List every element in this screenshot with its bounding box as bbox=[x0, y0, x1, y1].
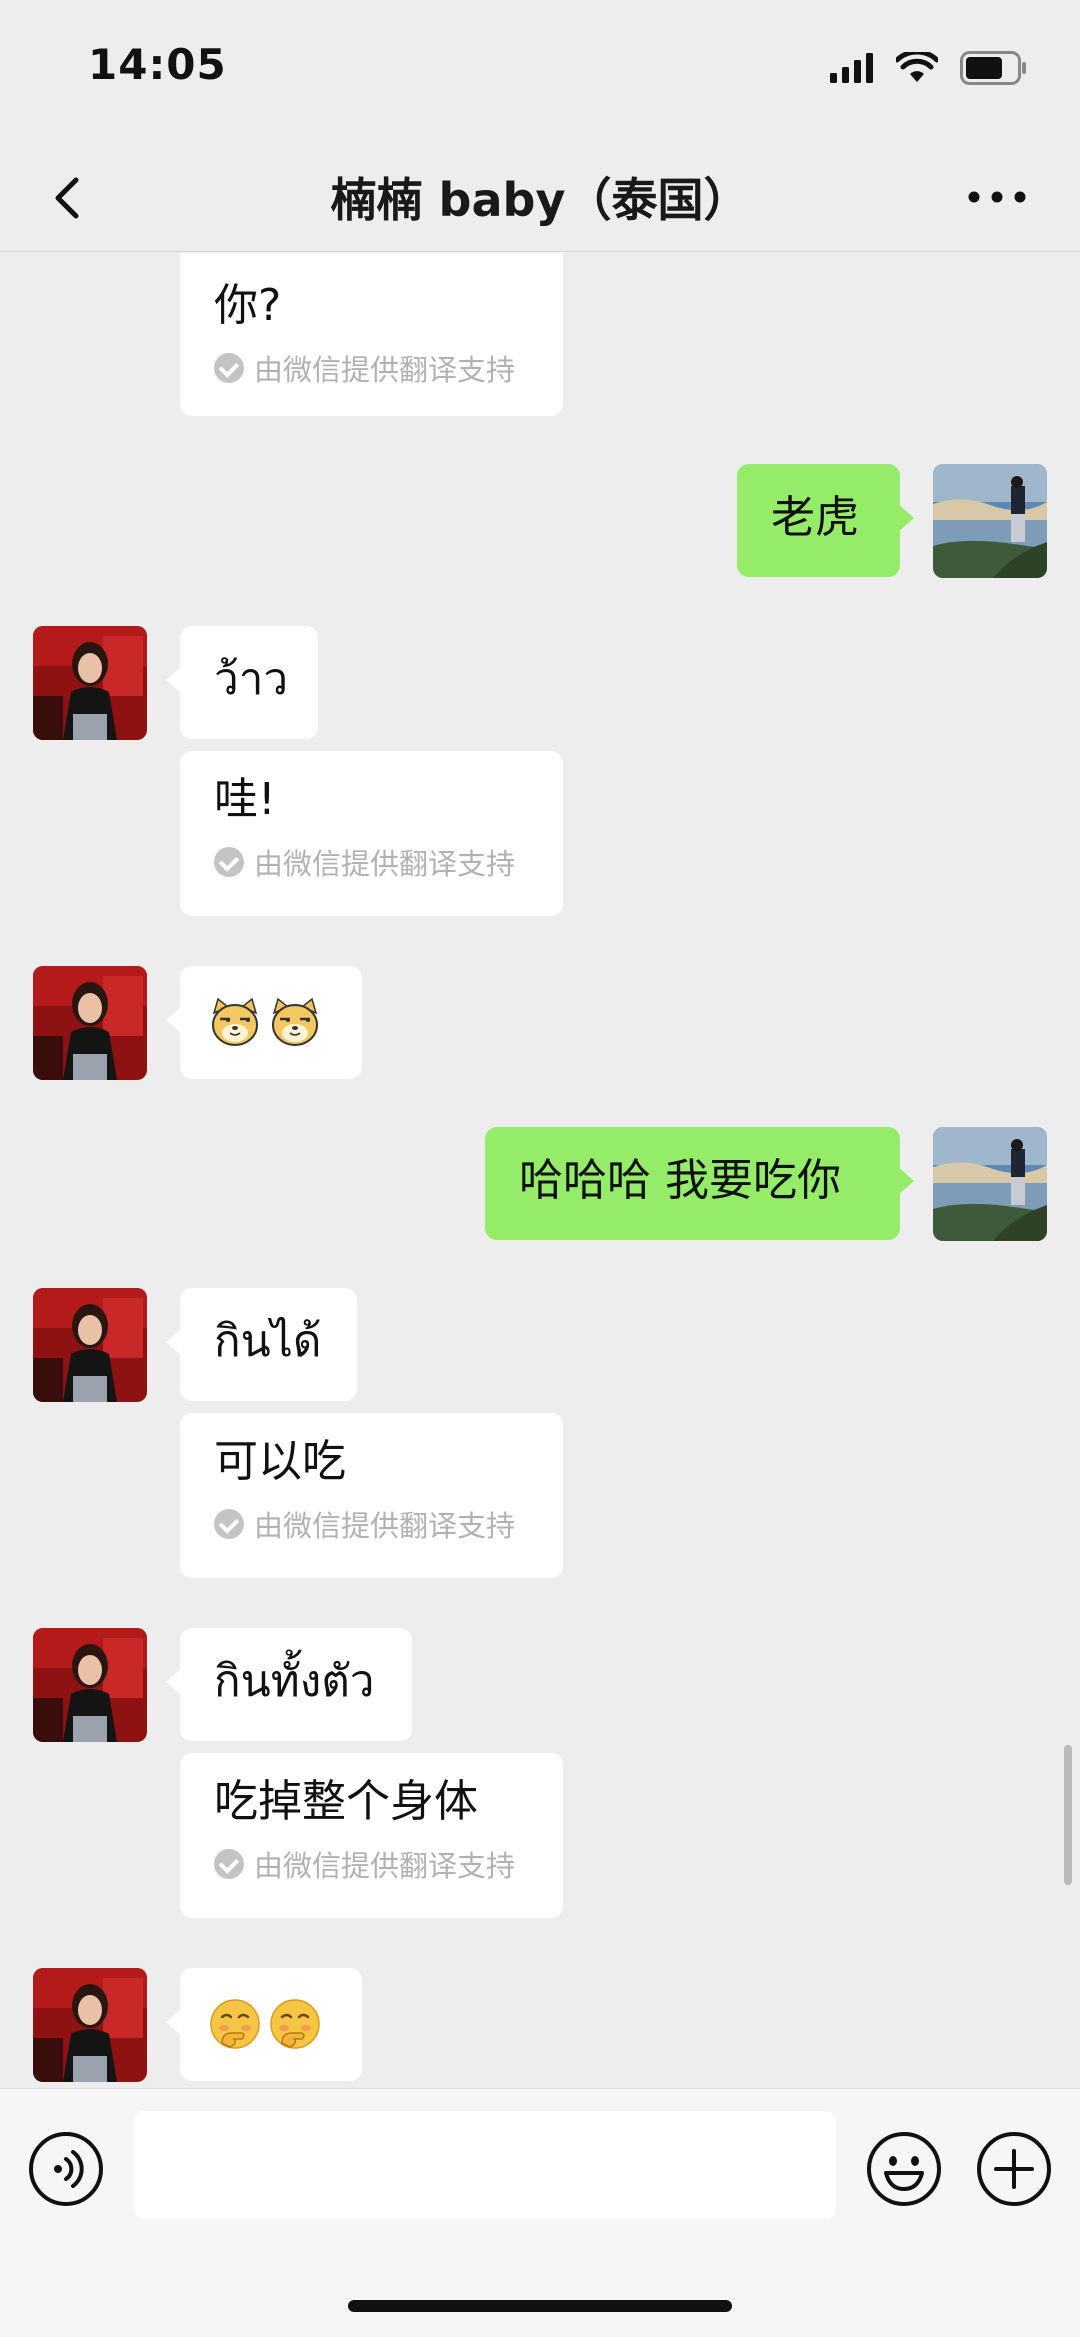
status-bar: 14:05 bbox=[0, 0, 1080, 140]
contact-avatar[interactable] bbox=[33, 1968, 147, 2082]
chat-title: 楠楠 baby（泰国） bbox=[330, 173, 750, 227]
contact-avatar[interactable] bbox=[33, 1288, 147, 1402]
doge-emoji-icon bbox=[208, 995, 262, 1049]
received-emoji-message[interactable] bbox=[166, 1968, 362, 2081]
message-text: 哇! bbox=[214, 774, 276, 825]
translation-note-text: 由微信提供翻译支持 bbox=[254, 1849, 516, 1883]
translation-note: 由微信提供翻译支持 bbox=[214, 1503, 529, 1545]
contact-avatar[interactable] bbox=[33, 966, 147, 1080]
translation-note-text: 由微信提供翻译支持 bbox=[254, 847, 516, 881]
sent-message[interactable]: 哈哈哈 我要吃你 bbox=[485, 1127, 914, 1240]
received-message[interactable]: ว้าว bbox=[166, 626, 318, 739]
thinking-hand-emoji-icon bbox=[208, 1997, 262, 2051]
doge-emoji-icon bbox=[268, 995, 322, 1049]
chat-area[interactable]: 你? 由微信提供翻译支持 老虎 ว้าว 哇! 由微信提供翻译支持 哈哈哈 我要… bbox=[0, 253, 1080, 2088]
message-text: 你? bbox=[214, 280, 282, 331]
check-circle-icon bbox=[214, 1509, 244, 1539]
scrollbar[interactable] bbox=[1064, 1745, 1072, 1885]
check-circle-icon bbox=[214, 847, 244, 877]
contact-avatar[interactable] bbox=[33, 626, 147, 740]
my-avatar[interactable] bbox=[933, 464, 1047, 578]
received-message[interactable]: กินทั้งตัว bbox=[166, 1628, 412, 1741]
battery-icon bbox=[960, 51, 1026, 85]
thinking-hand-emoji-icon bbox=[268, 1997, 322, 2051]
translation-note: 由微信提供翻译支持 bbox=[214, 347, 529, 389]
received-translated-message[interactable]: 哇! 由微信提供翻译支持 bbox=[180, 751, 563, 916]
received-translated-message[interactable]: 吃掉整个身体 由微信提供翻译支持 bbox=[180, 1753, 563, 1918]
wifi-icon bbox=[896, 52, 938, 82]
nav-bar: 楠楠 baby（泰国） bbox=[0, 140, 1080, 252]
status-time: 14:05 bbox=[88, 40, 227, 89]
message-text: 吃掉整个身体 bbox=[214, 1776, 478, 1827]
contact-avatar[interactable] bbox=[33, 1628, 147, 1742]
sent-message[interactable]: 老虎 bbox=[737, 464, 914, 577]
check-circle-icon bbox=[214, 353, 244, 383]
my-avatar[interactable] bbox=[933, 1127, 1047, 1241]
received-message[interactable]: กินได้ bbox=[166, 1288, 357, 1401]
received-emoji-message[interactable] bbox=[166, 966, 362, 1079]
more-dots-icon[interactable] bbox=[962, 172, 1032, 222]
plus-icon[interactable] bbox=[976, 2131, 1052, 2207]
voice-icon[interactable] bbox=[28, 2131, 104, 2207]
home-indicator bbox=[348, 2300, 732, 2312]
check-circle-icon bbox=[214, 1849, 244, 1879]
message-input[interactable] bbox=[134, 2111, 836, 2219]
emoji-icon[interactable] bbox=[866, 2131, 942, 2207]
translation-note-text: 由微信提供翻译支持 bbox=[254, 1509, 516, 1543]
received-translated-message[interactable]: 可以吃 由微信提供翻译支持 bbox=[180, 1413, 563, 1578]
message-text: 可以吃 bbox=[214, 1436, 346, 1487]
received-translated-message[interactable]: 你? 由微信提供翻译支持 bbox=[180, 253, 563, 416]
translation-note-text: 由微信提供翻译支持 bbox=[254, 353, 516, 387]
signal-icon bbox=[830, 53, 873, 83]
status-icons bbox=[830, 48, 1028, 88]
translation-note: 由微信提供翻译支持 bbox=[214, 1843, 529, 1885]
translation-note: 由微信提供翻译支持 bbox=[214, 841, 529, 883]
